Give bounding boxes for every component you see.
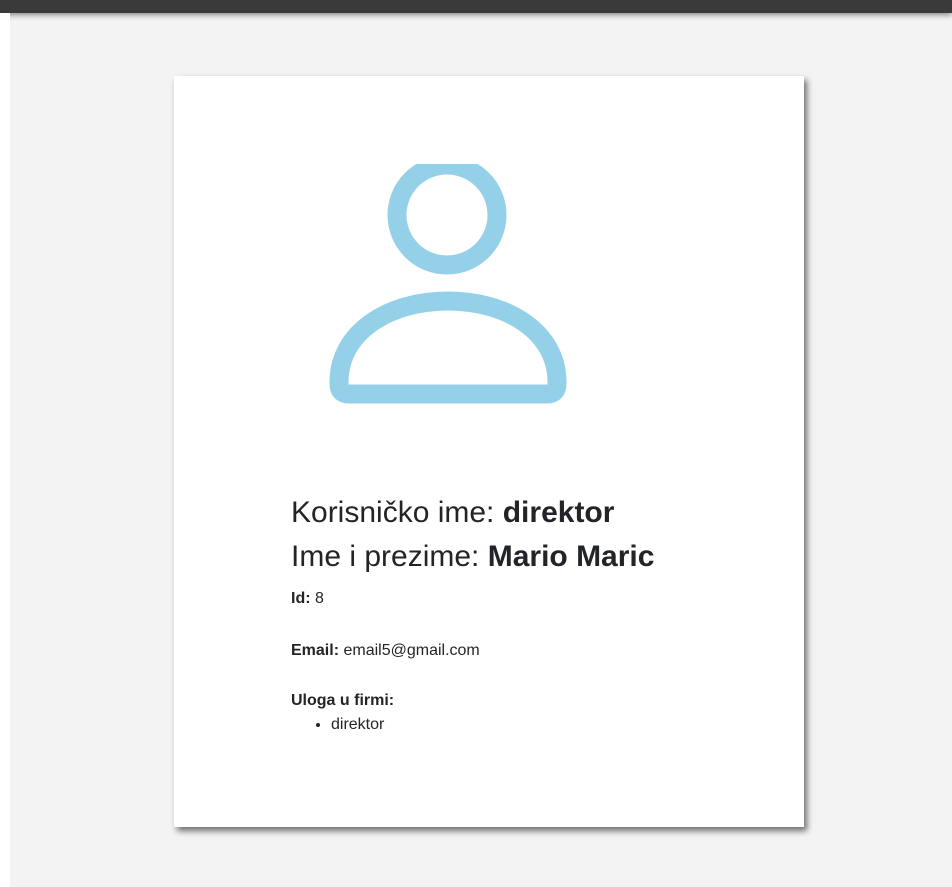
username-label: Korisničko ime: [291, 496, 503, 529]
id-label: Id: [291, 590, 311, 607]
role-item: direktor [331, 714, 771, 736]
email-value: email5@gmail.com [339, 642, 480, 659]
fullname-line: Ime i prezime: Mario Maric [291, 538, 771, 576]
username-value: direktor [502, 496, 615, 529]
id-line: Id: 8 [291, 588, 771, 610]
username-line: Korisničko ime: direktor [291, 494, 771, 532]
role-list: direktor [291, 714, 771, 736]
fullname-label: Ime i prezime: [291, 540, 488, 573]
top-bar [0, 0, 952, 13]
user-icon [329, 164, 567, 404]
left-strip [0, 13, 10, 887]
profile-card: Korisničko ime: direktor Ime i prezime: … [174, 76, 804, 827]
avatar-head [387, 164, 507, 275]
fullname-value: Mario Maric [487, 540, 655, 573]
id-value: 8 [310, 590, 324, 607]
avatar-body [329, 291, 567, 404]
email-label: Email: [291, 642, 340, 659]
email-line: Email: email5@gmail.com [291, 640, 771, 662]
role-label: Uloga u firmi: [291, 692, 395, 709]
profile-info: Korisničko ime: direktor Ime i prezime: … [291, 494, 771, 736]
